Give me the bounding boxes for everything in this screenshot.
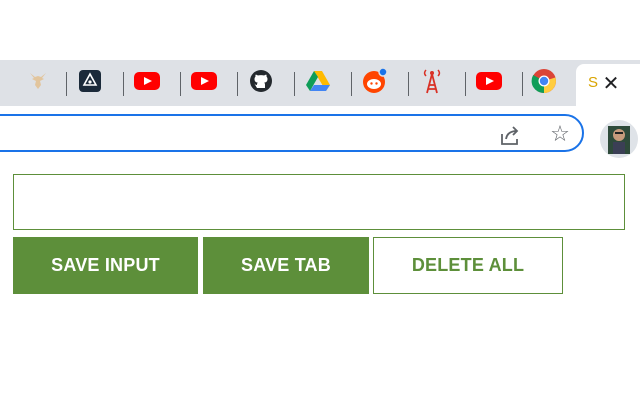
delete-all-button[interactable]: DELETE ALL: [373, 237, 563, 294]
close-icon[interactable]: ✕: [600, 71, 622, 95]
active-tab-title: S: [588, 74, 599, 91]
tab-youtube-1[interactable]: [119, 66, 175, 100]
tab-google-drive[interactable]: [290, 66, 346, 100]
github-icon: [249, 69, 273, 98]
tab-github[interactable]: [233, 66, 289, 100]
extension-popup: SAVE INPUT SAVE TAB DELETE ALL: [0, 166, 640, 400]
share-icon[interactable]: [496, 122, 524, 150]
tab-radio-tower[interactable]: [404, 66, 460, 100]
save-tab-button[interactable]: SAVE TAB: [203, 237, 369, 294]
screenshot-stage: S ✕ ☆ SAVE INPUT SAVE TAB DELETE ALL: [0, 0, 640, 400]
tab-hackerrank[interactable]: [62, 66, 118, 100]
chrome-icon: [531, 68, 557, 99]
active-tab[interactable]: S ✕: [576, 64, 640, 110]
profile-avatar[interactable]: [600, 120, 638, 158]
hacker-rank-icon: [78, 69, 102, 98]
youtube-icon: [134, 71, 160, 95]
tab-youtube-2[interactable]: [176, 66, 232, 100]
tab-deer[interactable]: [10, 66, 66, 100]
youtube-icon: [476, 71, 502, 95]
tab-reddit[interactable]: [347, 66, 403, 100]
tab-chrome[interactable]: [516, 66, 572, 100]
radio-tower-icon: [420, 68, 444, 99]
tab-youtube-3[interactable]: [461, 66, 517, 100]
youtube-icon: [191, 71, 217, 95]
save-input-button[interactable]: SAVE INPUT: [13, 237, 198, 294]
deer-icon: [27, 70, 49, 97]
google-drive-icon: [305, 70, 331, 97]
bookmark-star-icon[interactable]: ☆: [546, 121, 574, 149]
browser-toolbar: ☆: [0, 106, 640, 166]
browser-tab-strip: [0, 60, 640, 106]
lead-input-field[interactable]: [13, 174, 625, 230]
reddit-icon: [361, 66, 389, 100]
